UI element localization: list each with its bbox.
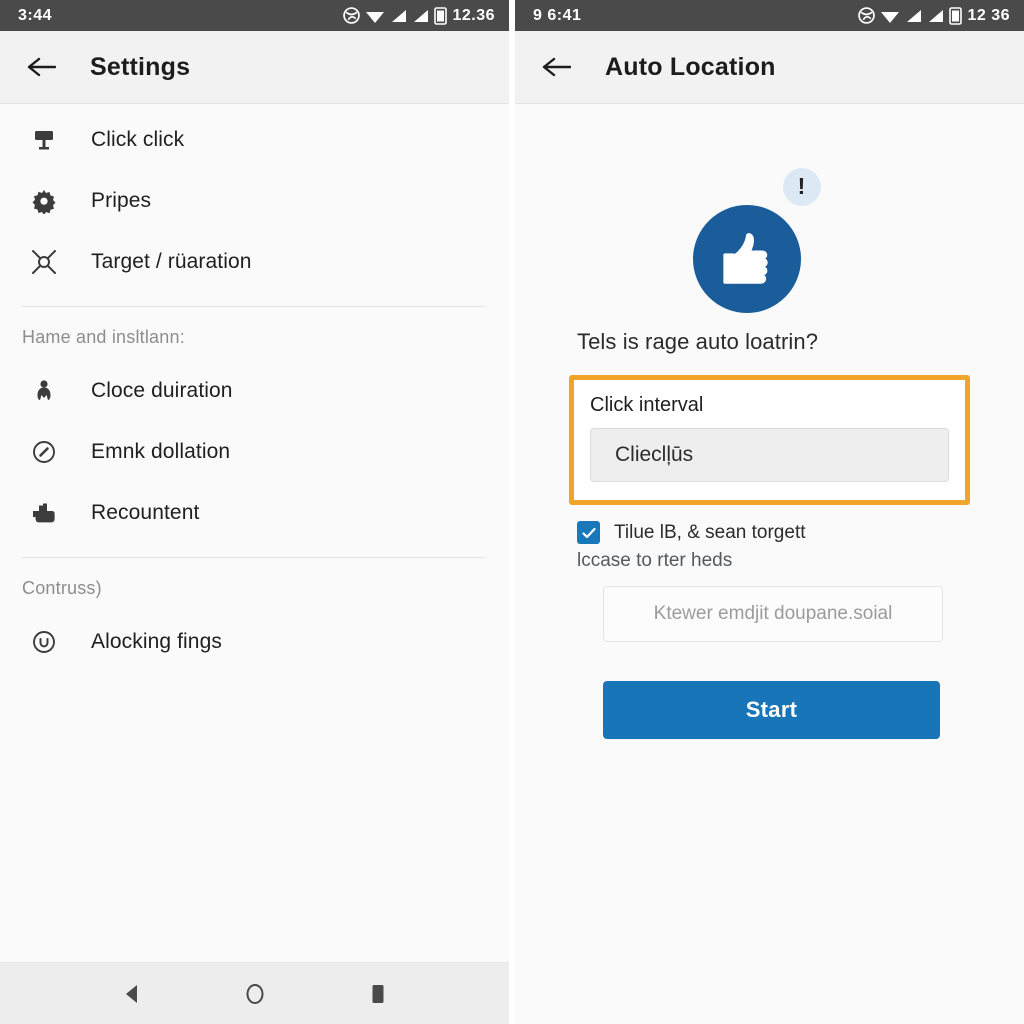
- list-item-label: Pripes: [91, 188, 152, 212]
- section-header: Hame and insltlann:: [22, 327, 185, 347]
- stamp-icon: [22, 127, 66, 153]
- list-item-recountent[interactable]: Recountent: [0, 482, 509, 543]
- click-interval-highlight-box: Click interval Clieclļūs: [569, 375, 970, 505]
- signal-icon: [412, 8, 429, 24]
- hero-illustration: !: [640, 158, 900, 313]
- settings-list: Click click Pripes Target / rüaration Ha…: [0, 103, 509, 672]
- search-input-placeholder: Ktewer emdjit doupane.soial: [653, 603, 893, 624]
- list-item-emnk-dollation[interactable]: Emnk dollation: [0, 421, 509, 482]
- click-interval-select[interactable]: Clieclļūs: [590, 428, 949, 482]
- list-item-click-click[interactable]: Click click: [0, 109, 509, 170]
- click-interval-label: Click interval: [590, 394, 704, 416]
- status-icons: 12.36: [343, 7, 495, 25]
- back-arrow-icon[interactable]: [22, 48, 60, 86]
- home-circle-icon[interactable]: [232, 971, 278, 1017]
- signal-icon: [905, 8, 922, 24]
- wifi-icon: [365, 8, 385, 24]
- person-icon: [22, 378, 66, 404]
- signal-icon: [927, 8, 944, 24]
- status-battery-text: 12.36: [452, 6, 495, 24]
- gear-icon: [22, 188, 66, 214]
- page-title: Auto Location: [605, 52, 776, 81]
- wifi-icon: [880, 8, 900, 24]
- battery-icon: [434, 6, 448, 25]
- globe-icon: [343, 7, 361, 24]
- nav-bar-left: [0, 962, 509, 1024]
- list-item-label: Target / rüaration: [91, 249, 252, 273]
- section-header: Contruss): [22, 578, 102, 598]
- thumbs-up-icon: [692, 205, 801, 313]
- checkbox-checked-icon[interactable]: [577, 521, 600, 544]
- settings-screen: 3:44 12.36 Settings Click click Pripes T…: [0, 0, 512, 1024]
- divider: [21, 557, 485, 558]
- target-checkbox-row[interactable]: Tilue lB, & sean torgett: [577, 521, 1024, 544]
- start-button[interactable]: Start: [603, 681, 940, 739]
- status-battery-text: 12 36: [967, 6, 1010, 24]
- back-triangle-icon[interactable]: [109, 971, 155, 1017]
- list-item-label: Recountent: [91, 500, 200, 524]
- status-time: 3:44: [18, 6, 53, 24]
- info-badge[interactable]: !: [782, 168, 821, 206]
- app-bar-left: Settings: [0, 31, 509, 103]
- list-item-label: Click click: [91, 127, 185, 151]
- auto-location-content: ! Tels is rage auto loatrin? Click inter…: [515, 158, 1024, 1024]
- recents-square-icon[interactable]: [355, 971, 401, 1017]
- globe-icon: [858, 7, 876, 24]
- question-text: Tels is rage auto loatrin?: [577, 329, 819, 354]
- back-arrow-icon[interactable]: [537, 48, 575, 86]
- list-item-alocking-fings[interactable]: Alocking fings: [0, 611, 509, 672]
- auto-location-screen: 9 6:41 12 36 Auto Location ! Tels is rag…: [512, 0, 1024, 1024]
- power-icon: [22, 629, 66, 655]
- battery-icon: [949, 6, 963, 25]
- search-input[interactable]: Ktewer emdjit doupane.soial: [603, 586, 943, 642]
- list-item-label: Cloce duiration: [91, 378, 233, 402]
- list-item-pripes[interactable]: Pripes: [0, 170, 509, 231]
- page-title: Settings: [90, 52, 191, 81]
- hand-icon: [22, 500, 66, 526]
- target-icon: [22, 248, 66, 276]
- signal-icon: [390, 8, 407, 24]
- list-item-label: Alocking fings: [91, 629, 222, 653]
- badge-glyph: !: [797, 172, 806, 199]
- app-bar-right: Auto Location: [515, 31, 1024, 103]
- status-bar-right: 9 6:41 12 36: [515, 0, 1024, 31]
- divider: [21, 306, 485, 307]
- click-interval-value: Clieclļūs: [615, 443, 694, 466]
- sub-note-text: lccase to rter heds: [577, 550, 733, 571]
- status-time: 9 6:41: [533, 6, 582, 24]
- status-icons: 12 36: [858, 7, 1010, 25]
- dual-screenshot-container: 3:44 12.36 Settings Click click Pripes T…: [0, 0, 1024, 1024]
- checkbox-label: Tilue lB, & sean torgett: [614, 521, 806, 543]
- list-item-cloce-duiration[interactable]: Cloce duiration: [0, 360, 509, 421]
- list-item-label: Emnk dollation: [91, 439, 231, 463]
- list-item-target[interactable]: Target / rüaration: [0, 231, 509, 292]
- status-bar-left: 3:44 12.36: [0, 0, 509, 31]
- clock-icon: [22, 439, 66, 465]
